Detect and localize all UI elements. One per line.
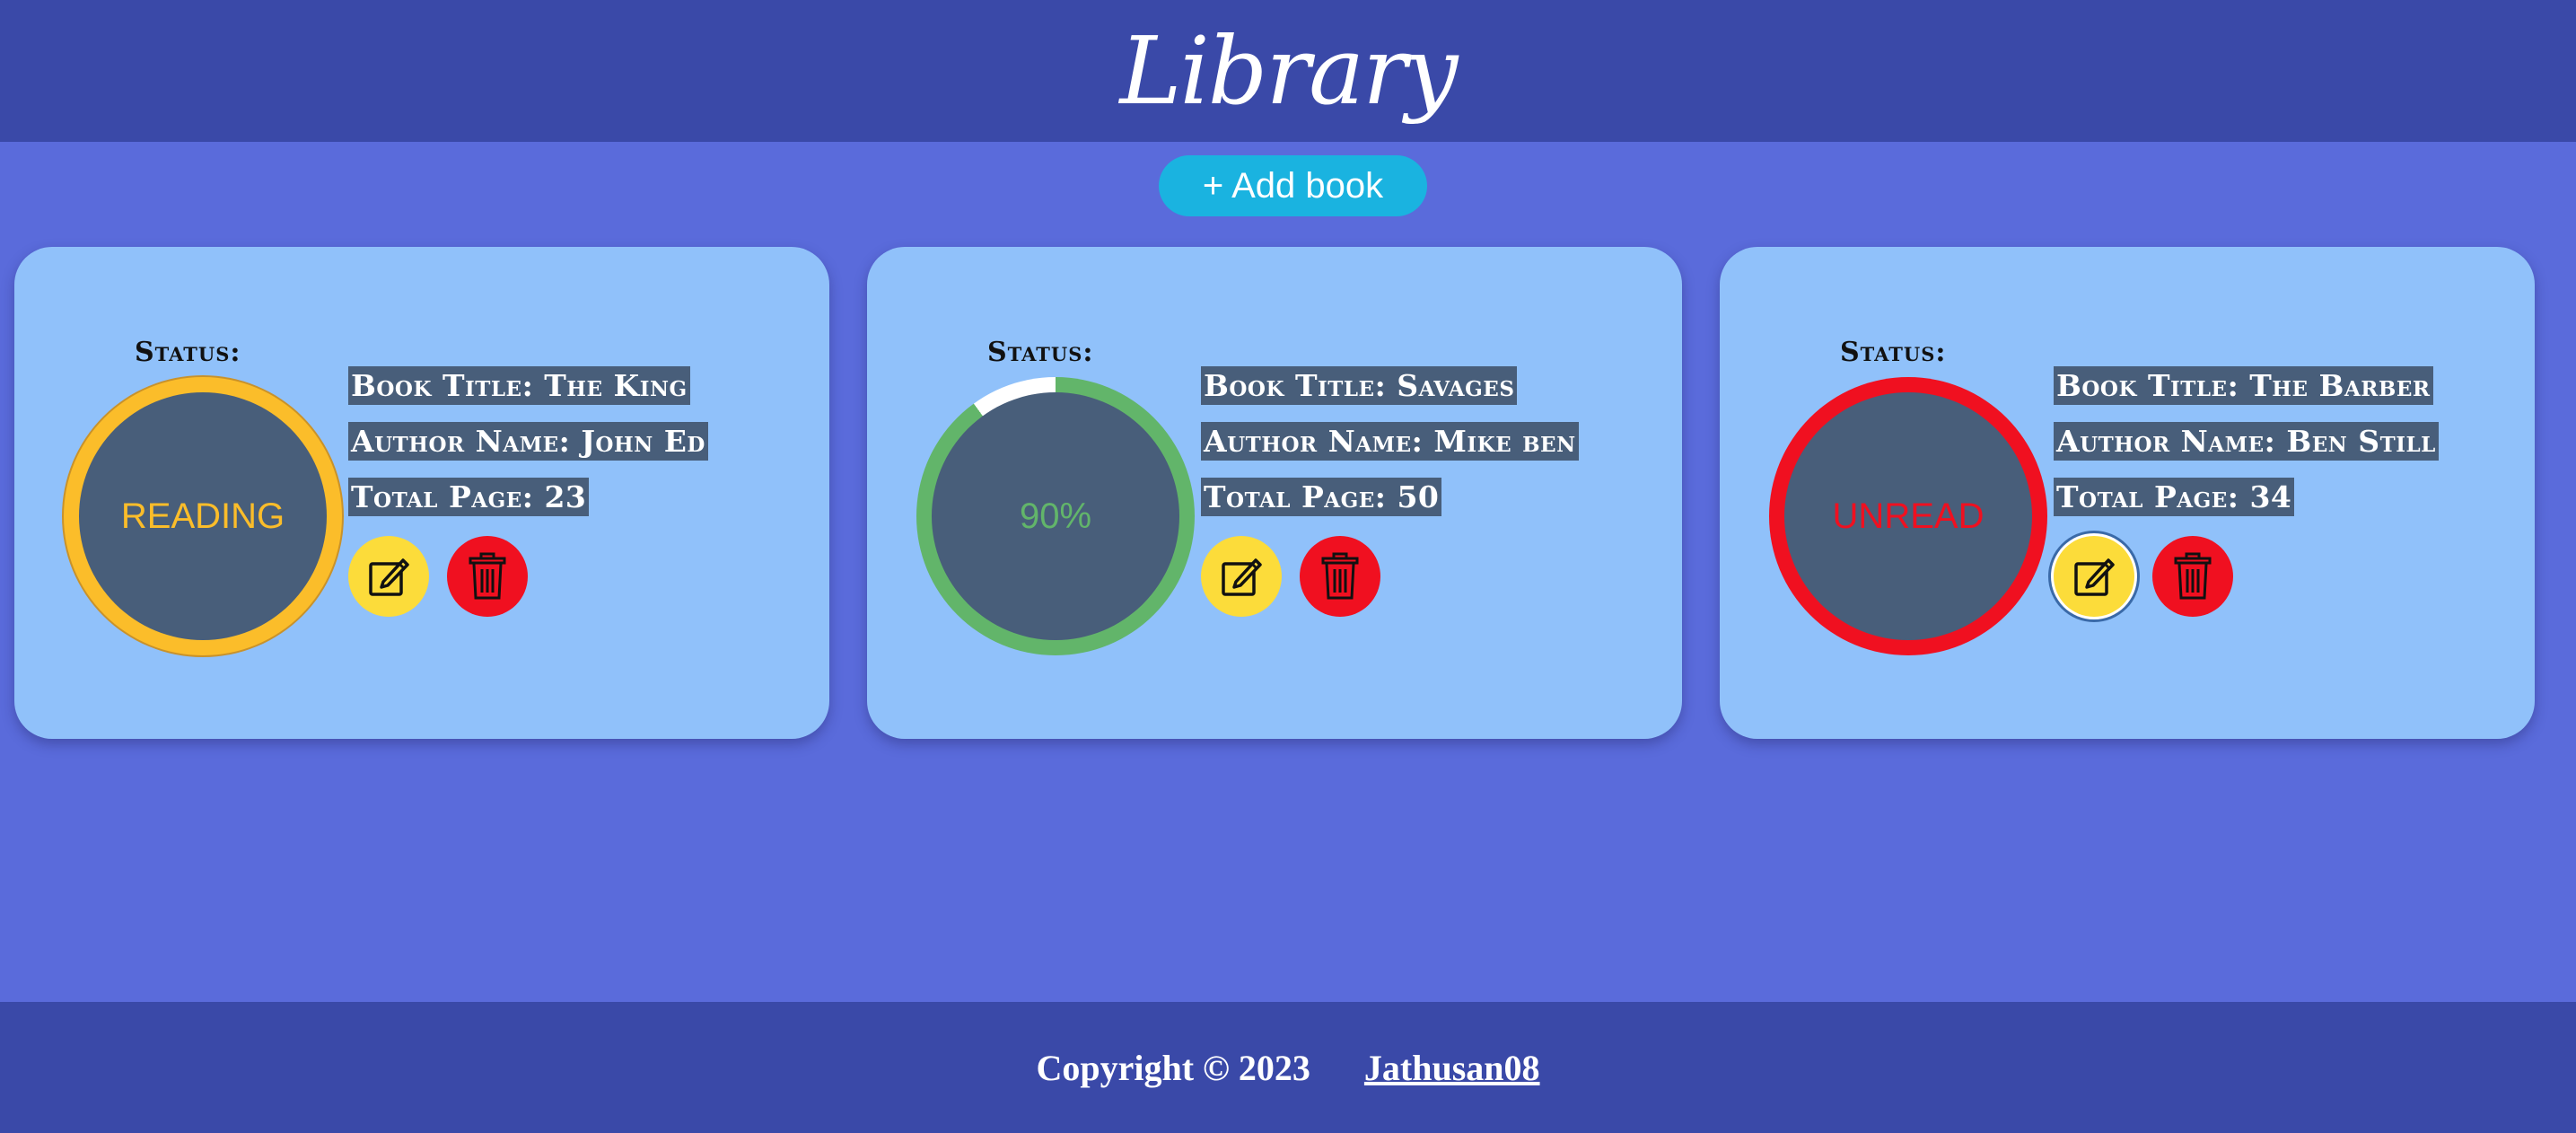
edit-button[interactable] bbox=[2054, 536, 2134, 617]
book-title: Book Title: Savages bbox=[1201, 366, 1518, 405]
trash-icon bbox=[1321, 552, 1359, 600]
card-actions bbox=[1201, 536, 1380, 617]
author-name: Author Name: John Ed bbox=[348, 422, 708, 461]
status-label: Status: bbox=[987, 337, 1094, 368]
trash-icon bbox=[469, 552, 506, 600]
author-name: Author Name: Ben Still bbox=[2054, 422, 2439, 461]
delete-button[interactable] bbox=[447, 536, 528, 617]
author-name: Author Name: Mike ben bbox=[1201, 422, 1579, 461]
edit-button[interactable] bbox=[1201, 536, 1282, 617]
add-book-button[interactable]: + Add book bbox=[1159, 155, 1427, 216]
edit-icon bbox=[2074, 558, 2115, 596]
copyright-text: Copyright © 2023 bbox=[1036, 1047, 1310, 1088]
status-ring: READING bbox=[64, 377, 342, 655]
book-info: Book Title: The King Author Name: John E… bbox=[348, 366, 708, 533]
page-title: Library bbox=[1119, 16, 1458, 126]
status-ring: UNREAD bbox=[1769, 377, 2047, 655]
book-card: Status: 90% Book Title: Savages Author N… bbox=[867, 247, 1682, 739]
author-link[interactable]: Jathusan08 bbox=[1364, 1047, 1540, 1089]
total-pages: Total Page: 50 bbox=[1201, 478, 1442, 516]
edit-icon bbox=[369, 558, 409, 596]
delete-button[interactable] bbox=[1300, 536, 1380, 617]
status-text: UNREAD bbox=[1784, 392, 2032, 640]
footer: Copyright © 2023 Jathusan08 bbox=[0, 1002, 2576, 1133]
total-pages: Total Page: 34 bbox=[2054, 478, 2295, 516]
total-pages: Total Page: 23 bbox=[348, 478, 590, 516]
status-ring: 90% bbox=[916, 377, 1195, 655]
edit-button[interactable] bbox=[348, 536, 429, 617]
status-label: Status: bbox=[135, 337, 241, 368]
card-actions bbox=[2054, 536, 2233, 617]
book-info: Book Title: The Barber Author Name: Ben … bbox=[2054, 366, 2439, 533]
book-title: Book Title: The Barber bbox=[2054, 366, 2433, 405]
card-actions bbox=[348, 536, 528, 617]
status-text: 90% bbox=[932, 392, 1179, 640]
status-label: Status: bbox=[1840, 337, 1947, 368]
header: Library bbox=[0, 0, 2576, 142]
delete-button[interactable] bbox=[2152, 536, 2233, 617]
book-info: Book Title: Savages Author Name: Mike be… bbox=[1201, 366, 1579, 533]
edit-icon bbox=[1222, 558, 1262, 596]
status-text: READING bbox=[79, 392, 327, 640]
trash-icon bbox=[2174, 552, 2212, 600]
book-title: Book Title: The King bbox=[348, 366, 690, 405]
book-card: Status: UNREAD Book Title: The Barber Au… bbox=[1720, 247, 2535, 739]
book-card: Status: READING Book Title: The King Aut… bbox=[14, 247, 829, 739]
